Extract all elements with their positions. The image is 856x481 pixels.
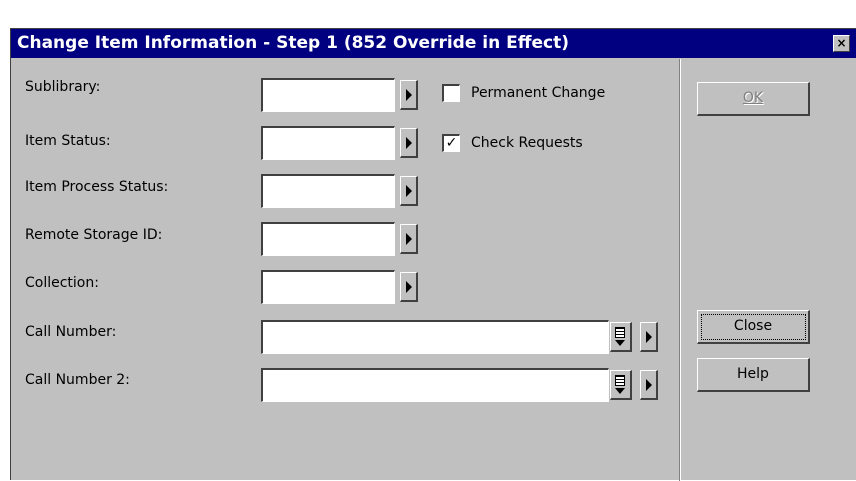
- call-number-field[interactable]: [261, 320, 609, 354]
- triangle-right-icon: [406, 89, 412, 101]
- triangle-right-icon: [646, 331, 652, 343]
- close-icon[interactable]: ×: [833, 35, 850, 52]
- title-bar: Change Item Information - Step 1 (852 Ov…: [11, 29, 856, 58]
- help-button[interactable]: Help: [697, 358, 810, 392]
- call-number-list-button[interactable]: [610, 322, 632, 352]
- close-button[interactable]: Close: [697, 310, 810, 344]
- collection-dropdown-button[interactable]: [400, 272, 418, 302]
- check-requests-checkbox[interactable]: ✓: [442, 134, 460, 152]
- sublibrary-label: Sublibrary:: [25, 79, 101, 95]
- window-title: Change Item Information - Step 1 (852 Ov…: [17, 33, 570, 53]
- triangle-right-icon: [406, 137, 412, 149]
- item-process-status-field[interactable]: [261, 174, 395, 208]
- item-process-status-label: Item Process Status:: [25, 179, 169, 195]
- permanent-change-checkbox[interactable]: [442, 84, 460, 102]
- item-process-status-dropdown-button[interactable]: [400, 176, 418, 206]
- list-icon: [615, 327, 625, 338]
- triangle-right-icon: [646, 379, 652, 391]
- call-number-dropdown-button[interactable]: [640, 322, 658, 352]
- item-status-label: Item Status:: [25, 133, 111, 149]
- sublibrary-dropdown-button[interactable]: [400, 80, 418, 110]
- triangle-right-icon: [406, 185, 412, 197]
- item-status-field[interactable]: [261, 126, 395, 160]
- triangle-right-icon: [406, 233, 412, 245]
- call-number-2-list-button[interactable]: [610, 370, 632, 400]
- triangle-right-icon: [406, 281, 412, 293]
- ok-button[interactable]: OK: [697, 82, 810, 116]
- check-requests-label[interactable]: Check Requests: [471, 135, 583, 151]
- call-number-2-label: Call Number 2:: [25, 372, 130, 388]
- remote-storage-id-field[interactable]: [261, 222, 395, 256]
- change-item-dialog: Change Item Information - Step 1 (852 Ov…: [10, 28, 856, 481]
- permanent-change-label[interactable]: Permanent Change: [471, 85, 605, 101]
- remote-storage-id-dropdown-button[interactable]: [400, 224, 418, 254]
- sublibrary-field[interactable]: [261, 78, 395, 112]
- call-number-label: Call Number:: [25, 324, 117, 340]
- call-number-2-field[interactable]: [261, 368, 609, 402]
- panel-divider: [679, 59, 681, 481]
- collection-label: Collection:: [25, 275, 99, 291]
- remote-storage-id-label: Remote Storage ID:: [25, 227, 163, 243]
- collection-field[interactable]: [261, 270, 395, 304]
- item-status-dropdown-button[interactable]: [400, 128, 418, 158]
- list-icon: [615, 375, 625, 386]
- call-number-2-dropdown-button[interactable]: [640, 370, 658, 400]
